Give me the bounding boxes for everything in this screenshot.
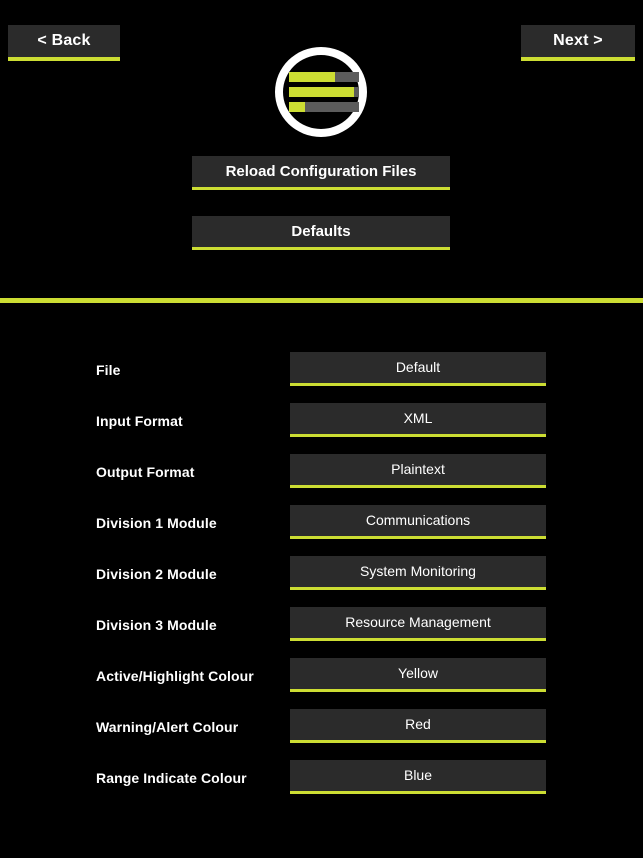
setting-label: Warning/Alert Colour bbox=[96, 719, 239, 735]
setting-row: Input Format XML bbox=[0, 403, 643, 454]
setting-label: Division 3 Module bbox=[96, 617, 217, 633]
defaults-button[interactable]: Defaults bbox=[192, 216, 450, 250]
setting-value-button[interactable]: Yellow bbox=[290, 658, 546, 692]
setting-value-button[interactable]: Plaintext bbox=[290, 454, 546, 488]
config-screen: < Back Next > Reload Configuration Files… bbox=[0, 0, 643, 858]
setting-value-button[interactable]: System Monitoring bbox=[290, 556, 546, 590]
setting-value-button[interactable]: Resource Management bbox=[290, 607, 546, 641]
setting-row: Division 3 Module Resource Management bbox=[0, 607, 643, 658]
logo-bar-1-fill bbox=[289, 72, 336, 82]
reload-configuration-files-button[interactable]: Reload Configuration Files bbox=[192, 156, 450, 190]
setting-label: Input Format bbox=[96, 413, 183, 429]
back-button[interactable]: < Back bbox=[8, 25, 120, 61]
setting-label: Output Format bbox=[96, 464, 195, 480]
logo-bar-1 bbox=[289, 72, 359, 82]
setting-value-button[interactable]: Default bbox=[290, 352, 546, 386]
next-button[interactable]: Next > bbox=[521, 25, 635, 61]
setting-row: Division 1 Module Communications bbox=[0, 505, 643, 556]
section-divider bbox=[0, 298, 643, 303]
setting-label: Division 1 Module bbox=[96, 515, 217, 531]
logo-bar-2-fill bbox=[289, 87, 355, 97]
logo-bars-icon bbox=[289, 72, 359, 112]
setting-label: Division 2 Module bbox=[96, 566, 217, 582]
setting-label: Active/Highlight Colour bbox=[96, 668, 254, 684]
setting-label: File bbox=[96, 362, 121, 378]
setting-row: Output Format Plaintext bbox=[0, 454, 643, 505]
setting-row: Warning/Alert Colour Red bbox=[0, 709, 643, 760]
setting-value-button[interactable]: XML bbox=[290, 403, 546, 437]
setting-label: Range Indicate Colour bbox=[96, 770, 247, 786]
setting-value-button[interactable]: Red bbox=[290, 709, 546, 743]
setting-row: File Default bbox=[0, 352, 643, 403]
setting-value-button[interactable]: Communications bbox=[290, 505, 546, 539]
setting-value-button[interactable]: Blue bbox=[290, 760, 546, 794]
app-logo bbox=[275, 47, 367, 137]
logo-bar-3 bbox=[289, 102, 359, 112]
setting-row: Division 2 Module System Monitoring bbox=[0, 556, 643, 607]
setting-row: Range Indicate Colour Blue bbox=[0, 760, 643, 811]
logo-bar-3-fill bbox=[289, 102, 306, 112]
setting-row: Active/Highlight Colour Yellow bbox=[0, 658, 643, 709]
logo-bar-2 bbox=[289, 87, 359, 97]
settings-list: File Default Input Format XML Output Format P… bbox=[0, 352, 643, 811]
